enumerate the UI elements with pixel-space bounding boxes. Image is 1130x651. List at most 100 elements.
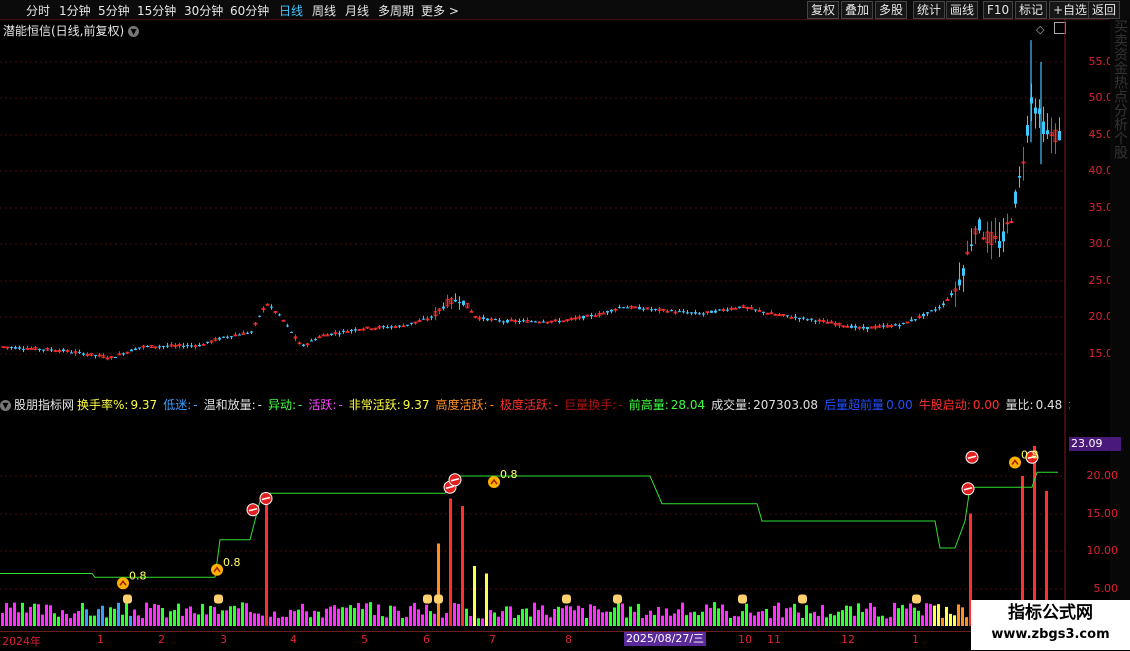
volume-bar (825, 617, 828, 626)
candle-body (702, 313, 705, 315)
candle-body (94, 355, 97, 357)
volume-bar (109, 607, 112, 626)
hand-pointer-icon (562, 594, 571, 604)
period-tab-3[interactable]: 15分钟 (137, 2, 176, 19)
candle-body (226, 336, 229, 338)
volume-bar (961, 607, 964, 626)
volume-bar (745, 603, 748, 626)
volume-bar (425, 604, 428, 626)
candle-body (866, 327, 869, 330)
candle-body (442, 306, 445, 309)
volume-bar (845, 605, 848, 626)
candle-body (186, 345, 189, 347)
volume-bar (681, 602, 684, 626)
candle-body (862, 327, 865, 329)
volume-bar (537, 610, 540, 626)
legend-value: 9.37 (130, 398, 158, 412)
volume-bar (605, 611, 608, 626)
volume-bar (57, 616, 60, 626)
volume-bar (81, 603, 84, 626)
period-tab-4[interactable]: 30分钟 (184, 2, 223, 19)
toolbar-button-2[interactable]: 多股 (875, 1, 908, 19)
volume-bar (253, 613, 256, 626)
volume-bar (701, 611, 704, 626)
front-high-volume-line (0, 471, 1058, 578)
chevron-down-icon[interactable]: ▼ (0, 400, 11, 411)
volume-bar (445, 613, 448, 626)
candle-body (482, 317, 485, 320)
volume-bar (749, 612, 752, 626)
candle-body (558, 320, 561, 323)
period-tab-1[interactable]: 1分钟 (59, 2, 91, 19)
volume-bar (769, 618, 772, 626)
turnover-indicator-chart[interactable]: 0.8 0.8 0.8 0.8 (0, 396, 1070, 631)
volume-bar (41, 614, 44, 626)
volume-bar (185, 608, 188, 626)
candle-body (894, 324, 897, 326)
toolbar-button-1[interactable]: 叠加 (841, 1, 874, 19)
candle-body (18, 347, 21, 349)
toolbar-button-6[interactable]: 标记 (1015, 1, 1048, 19)
volume-bar (393, 606, 396, 626)
volume-bar (725, 610, 728, 626)
indicator-name: 股朋指标网 (14, 398, 75, 412)
candle-body (802, 317, 805, 319)
date-label: 5 (361, 633, 368, 646)
main-kline-panel[interactable]: 潜能恒信(日线,前复权) ▼ ◇ 55.00 50.00 45.00 40.00 35.… (0, 19, 1130, 397)
period-tab-6[interactable]: 日线 (279, 2, 303, 19)
legend-value: 0.48 (1035, 398, 1063, 412)
volume-bar (389, 605, 392, 626)
period-tab-7[interactable]: 周线 (312, 2, 336, 19)
kline-chart[interactable] (0, 19, 1066, 397)
volume-bar (469, 616, 472, 626)
hand-pointer-icon (798, 594, 807, 604)
candle-body (406, 324, 409, 326)
volume-bar (385, 617, 388, 626)
period-tab-8[interactable]: 月线 (345, 2, 369, 19)
candle-body (934, 309, 937, 311)
volume-bar (17, 612, 20, 626)
candle-body (386, 327, 389, 329)
volume-bar (793, 603, 796, 626)
volume-bar (933, 605, 936, 626)
volume-bar (417, 609, 420, 626)
volume-bar (877, 616, 880, 626)
volume-bar (265, 498, 268, 626)
toolbar-button-5[interactable]: F10 (983, 1, 1014, 19)
volume-indicator-panel[interactable]: 0.8 0.8 0.8 0.8 20.00 15.00 10.00 5.00 (0, 396, 1130, 631)
candle-body (898, 325, 901, 327)
volume-bar (309, 617, 312, 626)
toolbar-button-4[interactable]: 画线 (946, 1, 979, 19)
toolbar-button-7[interactable]: +自选 (1049, 1, 1092, 19)
toolbar-button-8[interactable]: 返回 (1088, 1, 1121, 19)
volume-bar (477, 618, 480, 626)
legend-label: 后量超前量 (824, 398, 885, 412)
volume-bar (913, 607, 916, 626)
period-tab-10[interactable]: 更多 > (421, 2, 459, 19)
volume-bar (773, 605, 776, 626)
volume-bar (921, 615, 924, 626)
volume-bar (857, 603, 860, 626)
volume-bar (781, 617, 784, 626)
date-label: 6 (423, 633, 430, 646)
volume-bar (245, 603, 248, 626)
volume-bar (401, 618, 404, 626)
candle-body (690, 312, 693, 314)
period-tab-0[interactable]: 分时 (26, 2, 50, 19)
period-tab-9[interactable]: 多周期 (378, 2, 414, 19)
toolbar-button-3[interactable]: 统计 (913, 1, 946, 19)
volume-bar (137, 615, 140, 626)
period-tab-2[interactable]: 5分钟 (98, 2, 130, 19)
candle-body (942, 303, 945, 306)
candle-body (182, 345, 185, 347)
period-tab-5[interactable]: 60分钟 (230, 2, 269, 19)
volume-bar (21, 602, 24, 626)
volume-bar (545, 614, 548, 626)
volume-bar (321, 617, 324, 626)
candle-body (250, 331, 253, 333)
toolbar-button-0[interactable]: 复权 (807, 1, 840, 19)
volume-bar (325, 608, 328, 626)
volume-bar (229, 606, 232, 626)
volume-bar (233, 605, 236, 626)
volume-bar (901, 604, 904, 626)
